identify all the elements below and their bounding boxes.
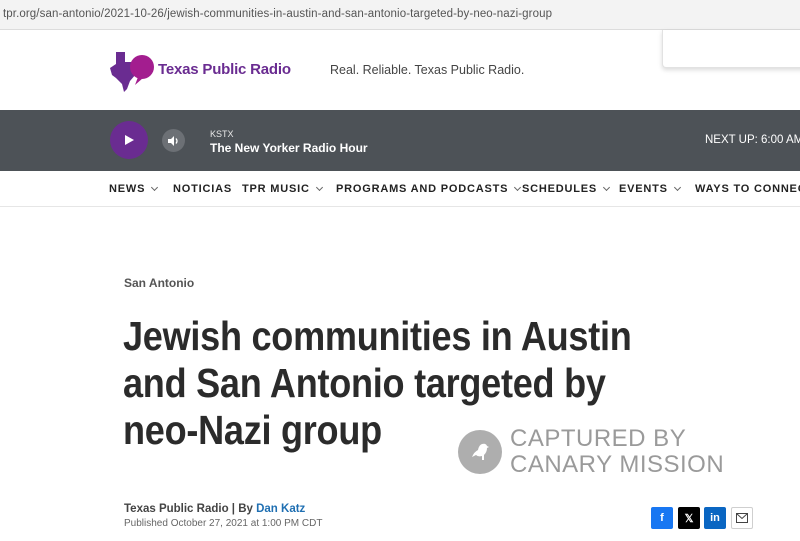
chevron-down-icon xyxy=(315,183,323,191)
nav-item-news[interactable]: NEWS xyxy=(109,183,159,195)
email-icon xyxy=(736,513,748,523)
nav-item-label: NEWS xyxy=(109,183,146,195)
nav-item-label: EVENTS xyxy=(619,183,668,195)
brand-name[interactable]: Texas Public Radio xyxy=(158,61,291,78)
play-icon xyxy=(125,135,134,145)
volume-button[interactable] xyxy=(162,129,185,152)
chevron-down-icon xyxy=(151,183,159,191)
article-category[interactable]: San Antonio xyxy=(124,276,194,290)
share-facebook-button[interactable]: f xyxy=(651,507,673,529)
volume-icon xyxy=(168,135,178,146)
watermark-line-2: CANARY MISSION xyxy=(510,451,725,478)
nav-item-label: SCHEDULES xyxy=(522,183,598,195)
x-icon: 𝕏 xyxy=(684,512,694,525)
next-up-label[interactable]: NEXT UP: 6:00 AM xyxy=(705,134,800,146)
share-linkedin-button[interactable]: in xyxy=(704,507,726,529)
nav-item-label: TPR MUSIC xyxy=(242,183,310,195)
nav-item-schedules[interactable]: SCHEDULES xyxy=(522,183,611,195)
play-button[interactable] xyxy=(110,121,148,159)
tagline: Real. Reliable. Texas Public Radio. xyxy=(330,63,525,77)
author-link[interactable]: Dan Katz xyxy=(256,503,305,515)
nav-item-events[interactable]: EVENTS xyxy=(619,183,681,195)
header-popup-box xyxy=(662,30,800,68)
nav-item-label: PROGRAMS AND PODCASTS xyxy=(336,183,509,195)
nav-item-label: WAYS TO CONNECT xyxy=(695,183,800,195)
share-x-button[interactable]: 𝕏 xyxy=(678,507,700,529)
nav-item-noticias[interactable]: NOTICIAS xyxy=(173,183,232,195)
published-date: Published October 27, 2021 at 1:00 PM CD… xyxy=(124,518,323,529)
nav-item-ways-to-connect[interactable]: WAYS TO CONNECT xyxy=(695,183,800,195)
nav-item-tpr-music[interactable]: TPR MUSIC xyxy=(242,183,323,195)
watermark-line-1: CAPTURED BY xyxy=(510,425,687,452)
watermark: CAPTURED BY CANARY MISSION xyxy=(458,426,724,478)
chevron-down-icon xyxy=(514,183,522,191)
canary-bird-icon xyxy=(458,430,502,474)
address-bar[interactable]: tpr.org/san-antonio/2021-10-26/jewish-co… xyxy=(0,0,800,30)
byline-source: Texas Public Radio | By xyxy=(124,503,257,515)
tpr-logo-icon[interactable] xyxy=(108,48,158,94)
url-text[interactable]: tpr.org/san-antonio/2021-10-26/jewish-co… xyxy=(3,8,552,20)
facebook-icon: f xyxy=(660,512,664,524)
share-email-button[interactable] xyxy=(731,507,753,529)
now-playing-show: The New Yorker Radio Hour xyxy=(210,141,368,155)
byline: Texas Public Radio | By Dan Katz xyxy=(124,503,305,515)
chevron-down-icon xyxy=(673,183,681,191)
nav-item-label: NOTICIAS xyxy=(173,183,232,195)
nav-item-programs-and-podcasts[interactable]: PROGRAMS AND PODCASTS xyxy=(336,183,522,195)
station-name: KSTX xyxy=(210,129,234,139)
chevron-down-icon xyxy=(603,183,611,191)
linkedin-icon: in xyxy=(710,512,720,524)
